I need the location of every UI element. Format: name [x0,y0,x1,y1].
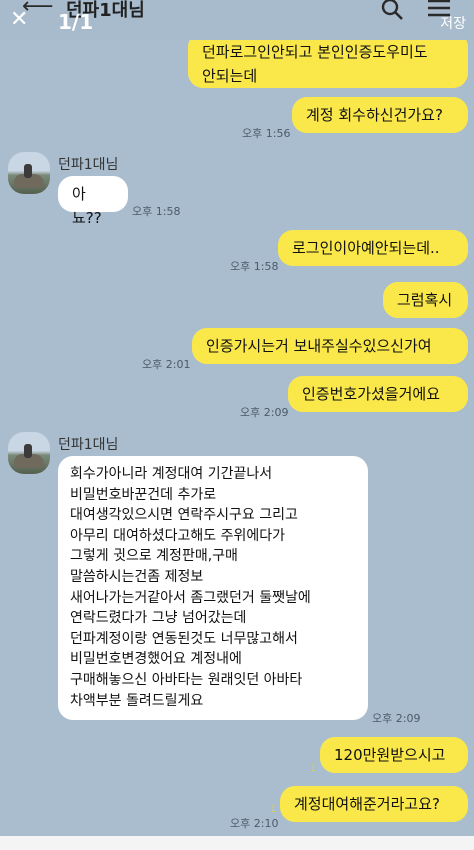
message-bubble-sent[interactable]: 로그인이아예안되는데.. [278,230,468,266]
message-bubble-sent[interactable]: 그럼혹시 [383,282,468,318]
message-timestamp: 오후 2:09 [240,406,289,419]
message-timestamp: 오후 2:01 [142,358,191,371]
message-timestamp: 오후 2:10 [230,817,279,830]
message-bubble-sent[interactable]: 계정 회수하신건가요? [292,97,468,133]
sender-avatar[interactable] [8,432,50,474]
unread-count: 1 [270,804,277,815]
image-counter: 1/1 [58,10,94,34]
top-bar: ⟵ 던파1대님 ✕ 1/1 저장 [0,0,474,40]
message-bubble-received[interactable]: 회수가아니라 계정대여 기간끝나서 비밀번호바꾼건데 추가로 대여생각있으시면 … [58,456,368,720]
message-timestamp: 오후 1:56 [242,127,291,140]
unread-count: 1 [310,763,317,774]
save-button[interactable]: 저장 [440,13,466,33]
message-timestamp: 오후 1:58 [230,260,279,273]
sender-name: 던파1대님 [58,157,119,173]
message-bubble-sent[interactable]: 인증가시는거 보내주실수있으신가여 [192,328,468,364]
message-bubble-sent[interactable]: 120만원받으시고 [320,737,468,773]
message-bubble-sent[interactable]: 던파로그인안되고 본인인증도우미도 안되는데 [188,32,468,88]
input-bar [0,836,474,850]
message-bubble-sent[interactable]: 인증번호가셨을거에요 [288,376,468,412]
search-icon[interactable] [380,0,406,22]
message-timestamp: 오후 1:58 [132,205,181,218]
message-bubble-sent[interactable]: 계정대여해준거라고요? [280,786,468,822]
message-timestamp: 오후 2:09 [372,712,421,725]
message-bubble-received[interactable]: 아뇨?? [58,176,128,227]
close-icon[interactable]: ✕ [10,8,28,32]
sender-avatar[interactable] [8,152,50,194]
sender-name: 던파1대님 [58,437,119,453]
